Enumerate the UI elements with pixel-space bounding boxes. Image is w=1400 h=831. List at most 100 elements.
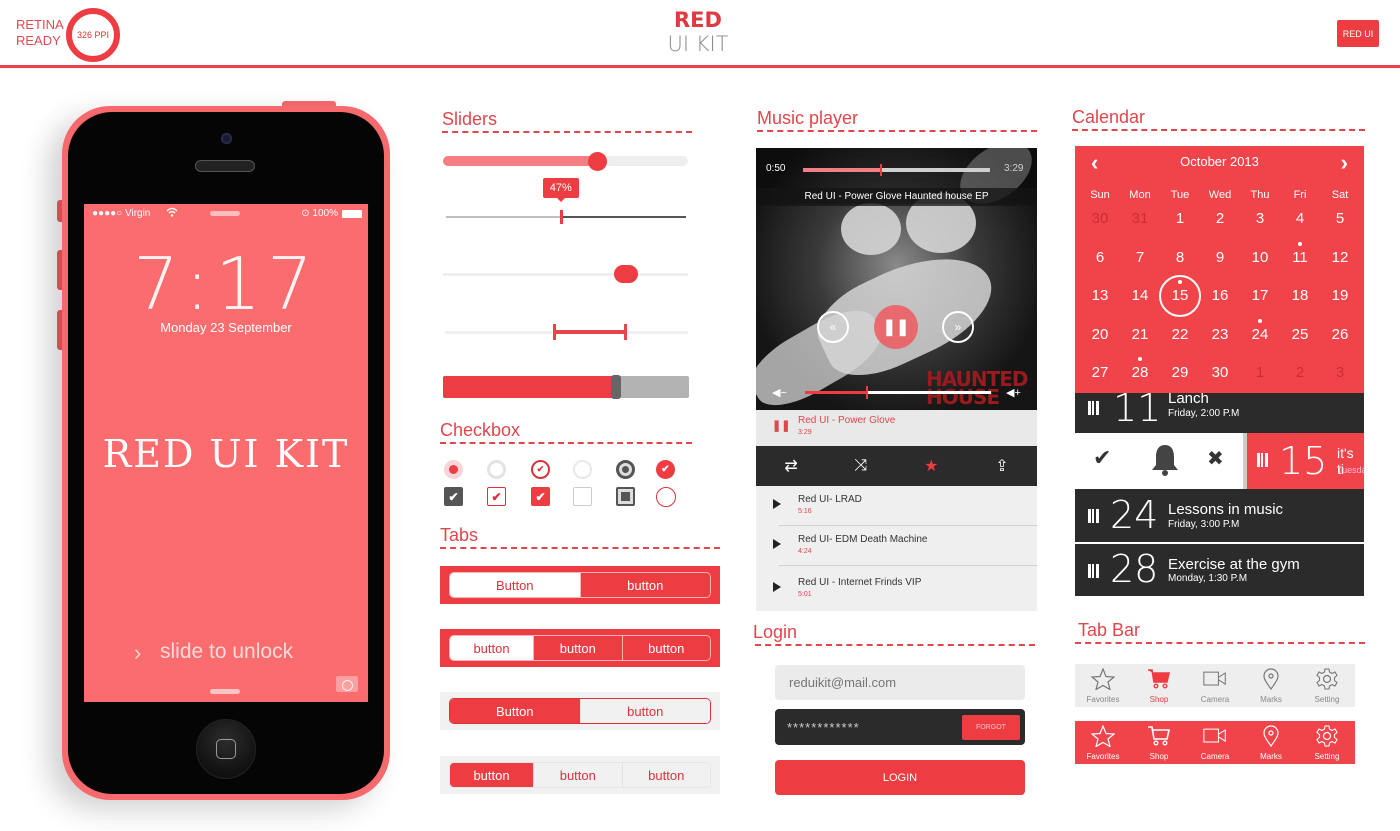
calendar-day[interactable]: 2 bbox=[1200, 210, 1240, 227]
tab-camera[interactable]: Camera bbox=[1187, 664, 1243, 707]
playlist-item[interactable]: Red UI- LRAD 5:16 bbox=[756, 486, 1037, 526]
calendar-day[interactable]: 20 bbox=[1080, 326, 1120, 343]
radio-checked-filled[interactable]: ✔ bbox=[656, 460, 675, 479]
drag-handle-icon[interactable] bbox=[1088, 509, 1099, 523]
tab-favorites[interactable]: Favorites bbox=[1075, 664, 1131, 707]
tab-camera[interactable]: Camera bbox=[1187, 721, 1243, 764]
volume-down-icon[interactable]: ◀− bbox=[772, 386, 787, 399]
radio-unselected-gray[interactable] bbox=[487, 460, 506, 479]
tab-marks[interactable]: Marks bbox=[1243, 721, 1299, 764]
slider-5-thumb[interactable] bbox=[611, 375, 622, 399]
slider-3-track[interactable] bbox=[443, 265, 688, 283]
calendar-day[interactable]: 5 bbox=[1320, 210, 1360, 227]
slider-2[interactable]: 47% bbox=[446, 178, 686, 224]
calendar-day[interactable]: 26 bbox=[1320, 326, 1360, 343]
calendar-day[interactable]: 19 bbox=[1320, 287, 1360, 304]
event-row[interactable]: 28 Exercise at the gym Monday, 1:30 P.M bbox=[1075, 544, 1364, 596]
next-month-button[interactable]: › bbox=[1341, 150, 1348, 176]
checkbox-checked-dark[interactable]: ✔ bbox=[444, 487, 463, 506]
calendar-day[interactable]: 31 bbox=[1120, 210, 1160, 227]
volume-up-icon[interactable]: ◀+ bbox=[1006, 386, 1021, 399]
camera-shortcut-icon[interactable] bbox=[336, 676, 358, 692]
calendar-day[interactable]: 8 bbox=[1160, 249, 1200, 266]
radio-checked-outline[interactable]: ✔ bbox=[531, 460, 550, 479]
tab-setting[interactable]: Setting bbox=[1299, 721, 1355, 764]
calendar-day[interactable]: 24 bbox=[1240, 326, 1280, 343]
tab-favorites[interactable]: Favorites bbox=[1075, 721, 1131, 764]
share-icon[interactable]: ⇪ bbox=[995, 456, 1008, 476]
password-input[interactable] bbox=[787, 717, 957, 737]
calendar-day[interactable]: 16 bbox=[1200, 287, 1240, 304]
tab-setting[interactable]: Setting bbox=[1299, 664, 1355, 707]
play-icon[interactable] bbox=[773, 582, 781, 592]
forgot-password-button[interactable]: FORGOT bbox=[962, 715, 1020, 740]
accept-check-icon[interactable]: ✔ bbox=[1093, 445, 1111, 471]
calendar-day[interactable]: 27 bbox=[1080, 364, 1120, 381]
drag-handle-icon[interactable] bbox=[1088, 401, 1099, 415]
calendar-day[interactable]: 25 bbox=[1280, 326, 1320, 343]
drag-handle-icon[interactable] bbox=[1088, 564, 1099, 578]
calendar-day[interactable]: 14 bbox=[1120, 287, 1160, 304]
calendar-day[interactable]: 30 bbox=[1080, 210, 1120, 227]
tab-shop[interactable]: Shop bbox=[1131, 721, 1187, 764]
slider-3-thumb[interactable] bbox=[614, 265, 639, 283]
radio-selected-dark[interactable] bbox=[616, 460, 635, 479]
checkbox-unchecked-circle[interactable] bbox=[656, 487, 676, 507]
calendar-day[interactable]: 3 bbox=[1320, 364, 1360, 381]
volume-slider[interactable] bbox=[805, 386, 991, 399]
calendar-day[interactable]: 1 bbox=[1240, 364, 1280, 381]
tab-button[interactable]: Button bbox=[450, 699, 580, 723]
radio-unselected-light[interactable] bbox=[573, 460, 592, 479]
tab-button[interactable]: button bbox=[579, 699, 710, 723]
checkbox-indeterminate-dark[interactable] bbox=[616, 487, 635, 506]
calendar-day[interactable]: 21 bbox=[1120, 326, 1160, 343]
track-progress-bar[interactable] bbox=[803, 164, 990, 176]
tab-button[interactable]: button bbox=[450, 763, 534, 787]
forward-button[interactable]: » bbox=[942, 311, 974, 343]
slider-2-thumb[interactable] bbox=[559, 210, 563, 224]
shuffle-icon[interactable]: ⤨ bbox=[855, 457, 868, 475]
checkbox-checked-outline[interactable]: ✔ bbox=[487, 487, 506, 506]
play-icon[interactable] bbox=[773, 539, 781, 549]
calendar-day[interactable]: 1 bbox=[1160, 210, 1200, 227]
playlist-item[interactable]: Red UI- EDM Death Machine 4:24 bbox=[756, 526, 1037, 566]
calendar-day[interactable]: 2 bbox=[1280, 364, 1320, 381]
calendar-day[interactable]: 3 bbox=[1240, 210, 1280, 227]
tab-button[interactable]: button bbox=[450, 636, 534, 660]
calendar-day[interactable]: 12 bbox=[1320, 249, 1360, 266]
slider-5-track[interactable] bbox=[443, 375, 689, 399]
control-center-handle[interactable] bbox=[210, 689, 240, 694]
calendar-day[interactable]: 9 bbox=[1200, 249, 1240, 266]
now-playing-pause-icon[interactable]: ❚❚ bbox=[772, 419, 790, 432]
slider-1-track[interactable] bbox=[443, 152, 688, 171]
pause-button[interactable]: ❚❚ bbox=[874, 305, 918, 349]
calendar-day[interactable]: 23 bbox=[1200, 326, 1240, 343]
slider-1-thumb[interactable] bbox=[588, 152, 608, 171]
calendar-day[interactable]: 4 bbox=[1280, 210, 1320, 227]
email-input[interactable] bbox=[775, 665, 1025, 700]
tab-button[interactable]: button bbox=[579, 573, 710, 597]
rewind-button[interactable]: « bbox=[817, 311, 849, 343]
slide-to-unlock[interactable]: slide to unlock bbox=[160, 640, 293, 664]
tab-shop[interactable]: Shop bbox=[1131, 664, 1187, 707]
red-ui-button[interactable]: RED UI bbox=[1337, 20, 1379, 47]
range-slider-low-thumb[interactable] bbox=[553, 324, 557, 340]
notification-pull-handle[interactable] bbox=[210, 211, 240, 216]
tab-button[interactable]: button bbox=[533, 763, 622, 787]
drag-handle-icon[interactable] bbox=[1257, 453, 1268, 467]
calendar-day[interactable]: 7 bbox=[1120, 249, 1160, 266]
event-row-swiped[interactable]: 15 it's ti Tuesda bbox=[1247, 433, 1364, 489]
login-button[interactable]: LOGIN bbox=[775, 760, 1025, 795]
calendar-day[interactable]: 28 bbox=[1120, 364, 1160, 381]
repeat-icon[interactable]: ⇄ bbox=[784, 456, 797, 476]
bell-icon[interactable] bbox=[1149, 443, 1181, 482]
range-slider-track[interactable] bbox=[445, 324, 688, 340]
checkbox-checked-filled[interactable]: ✔ bbox=[531, 487, 550, 506]
home-button[interactable] bbox=[196, 719, 256, 779]
calendar-day[interactable]: 30 bbox=[1200, 364, 1240, 381]
checkbox-unchecked[interactable] bbox=[573, 487, 592, 506]
playlist-item[interactable]: Red UI - Internet Frinds VIP 5:01 bbox=[756, 569, 1037, 609]
dismiss-x-icon[interactable]: ✖ bbox=[1207, 446, 1224, 471]
favorite-star-icon[interactable]: ★ bbox=[924, 456, 938, 476]
calendar-day[interactable]: 18 bbox=[1280, 287, 1320, 304]
